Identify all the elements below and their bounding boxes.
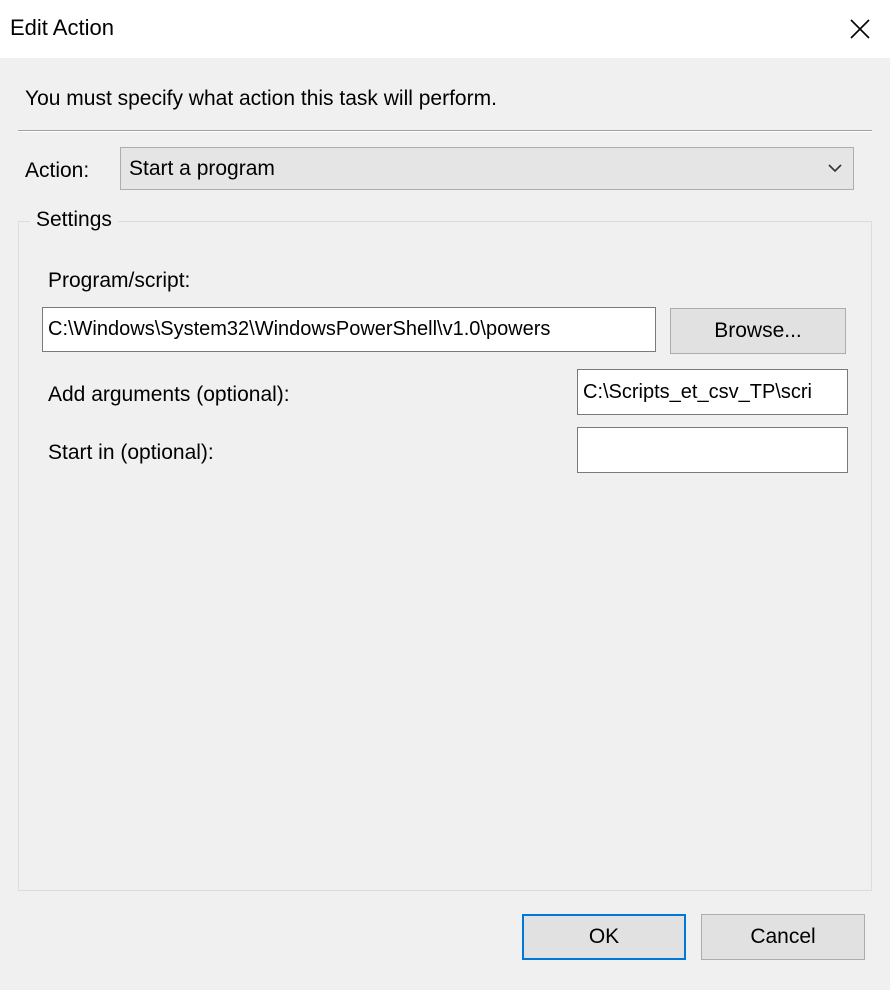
instruction-text: You must specify what action this task w… (25, 87, 497, 110)
ok-button[interactable]: OK (522, 914, 686, 960)
start-in-label: Start in (optional): (48, 441, 214, 464)
start-in-input[interactable] (578, 428, 847, 472)
arguments-input[interactable] (578, 370, 847, 414)
action-label: Action: (25, 159, 90, 182)
separator (18, 130, 872, 132)
cancel-button[interactable]: Cancel (701, 914, 865, 960)
browse-button[interactable]: Browse... (670, 308, 846, 354)
program-script-input[interactable] (43, 308, 655, 351)
program-script-label: Program/script: (48, 269, 191, 292)
close-button[interactable] (830, 0, 890, 58)
arguments-field[interactable] (577, 369, 848, 415)
browse-button-label: Browse... (714, 319, 802, 342)
start-in-field[interactable] (577, 427, 848, 473)
close-icon (850, 19, 870, 39)
action-selected-value: Start a program (129, 157, 275, 180)
window-title: Edit Action (10, 15, 114, 40)
ok-button-label: OK (588, 925, 620, 948)
title-bar: Edit Action (0, 0, 890, 58)
arguments-label: Add arguments (optional): (48, 383, 290, 406)
settings-legend: Settings (30, 207, 118, 233)
chevron-down-icon (828, 164, 842, 173)
action-dropdown[interactable]: Start a program (120, 147, 854, 190)
cancel-button-label: Cancel (750, 925, 816, 948)
program-script-field[interactable] (42, 307, 656, 352)
